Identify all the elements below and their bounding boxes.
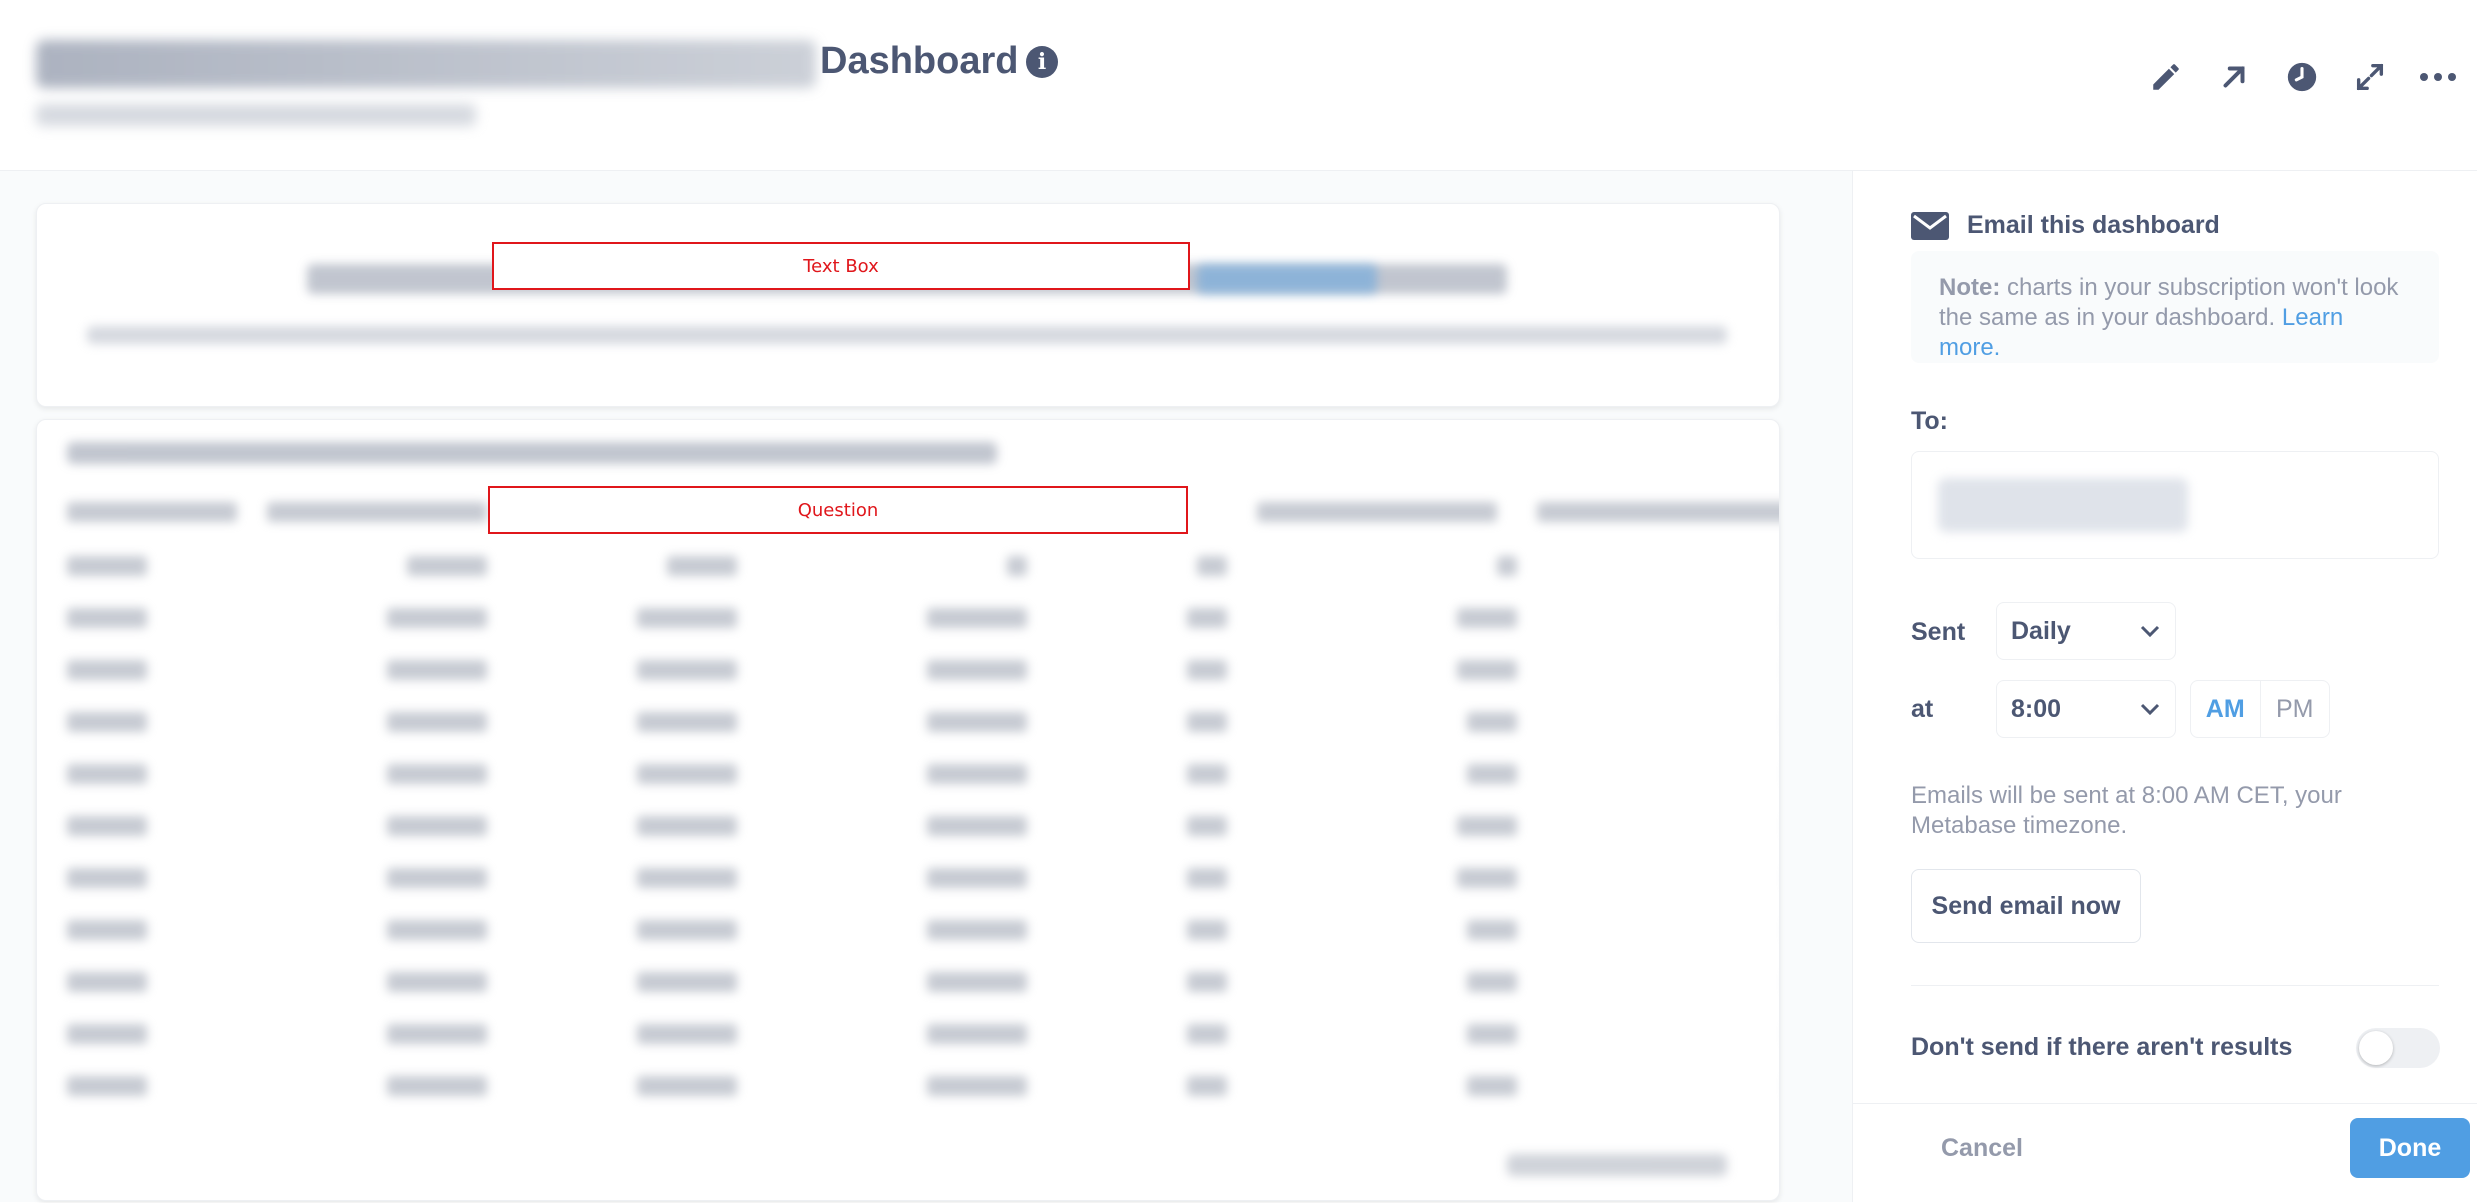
table-row bbox=[67, 764, 1779, 784]
pencil-icon[interactable] bbox=[2147, 58, 2185, 96]
mail-icon bbox=[1911, 211, 1949, 240]
text-box-annotation: Text Box bbox=[492, 242, 1190, 290]
dont-send-toggle[interactable] bbox=[2356, 1028, 2440, 1068]
table-row bbox=[67, 1024, 1779, 1044]
pm-option[interactable]: PM bbox=[2261, 681, 2330, 737]
frequency-select[interactable]: Daily bbox=[1996, 602, 2176, 660]
blurred-text-link bbox=[1197, 264, 1377, 294]
table-row bbox=[67, 920, 1779, 940]
blurred-text-body bbox=[87, 326, 1727, 344]
frequency-value: Daily bbox=[2011, 616, 2071, 645]
toggle-knob bbox=[2359, 1031, 2393, 1065]
table-row bbox=[67, 660, 1779, 680]
cancel-button[interactable]: Cancel bbox=[1941, 1134, 2023, 1163]
expand-icon[interactable] bbox=[2351, 58, 2389, 96]
dashboard-title: Dashboard bbox=[820, 40, 1019, 82]
table-row bbox=[67, 868, 1779, 888]
dont-send-label: Don't send if there aren't results bbox=[1911, 1033, 2293, 1061]
send-email-now-button[interactable]: Send email now bbox=[1911, 869, 2141, 943]
table-row bbox=[67, 972, 1779, 992]
table-row bbox=[67, 1076, 1779, 1096]
table-row bbox=[67, 556, 1779, 576]
chevron-down-icon bbox=[2140, 703, 2160, 716]
sent-label: Sent bbox=[1911, 618, 1966, 646]
question-annotation: Question bbox=[488, 486, 1188, 534]
clock-icon[interactable] bbox=[2283, 58, 2321, 96]
am-option[interactable]: AM bbox=[2191, 681, 2261, 737]
arrow-up-right-icon[interactable] bbox=[2215, 58, 2253, 96]
schedule-hint: Emails will be sent at 8:00 AM CET, your… bbox=[1911, 782, 2342, 839]
at-label: at bbox=[1911, 695, 1934, 723]
subscription-note: Note: charts in your subscription won't … bbox=[1911, 251, 2439, 363]
blurred-question-title bbox=[67, 442, 997, 464]
info-icon[interactable]: i bbox=[1026, 46, 1058, 78]
sidebar-footer: Cancel Done bbox=[1853, 1103, 2477, 1203]
note-bold: Note: bbox=[1939, 274, 2001, 301]
done-button[interactable]: Done bbox=[2350, 1118, 2470, 1178]
question-card: Question bbox=[36, 419, 1780, 1201]
time-value: 8:00 bbox=[2011, 694, 2062, 723]
text-card: Text Box bbox=[36, 203, 1780, 407]
table-row bbox=[67, 712, 1779, 732]
more-icon[interactable] bbox=[2419, 58, 2457, 96]
blurred-dashboard-subtitle bbox=[36, 104, 476, 126]
email-heading-label: Email this dashboard bbox=[1967, 211, 2220, 239]
dashboard-header: Dashboard i bbox=[0, 0, 2477, 171]
divider bbox=[1911, 985, 2439, 986]
subscription-sidebar: Email this dashboard Note: charts in you… bbox=[1852, 171, 2477, 1202]
recipient-chip[interactable] bbox=[1938, 478, 2188, 532]
blurred-pagination bbox=[1507, 1154, 1727, 1176]
dashboard-grid: Text Box Question bbox=[0, 171, 1852, 1202]
table-row bbox=[67, 816, 1779, 836]
chevron-down-icon bbox=[2140, 625, 2160, 638]
email-heading: Email this dashboard bbox=[1911, 211, 2220, 240]
blurred-dashboard-name bbox=[36, 40, 816, 88]
am-pm-toggle: AM PM bbox=[2190, 680, 2330, 738]
table-row bbox=[67, 608, 1779, 628]
time-select[interactable]: 8:00 bbox=[1996, 680, 2176, 738]
recipients-input[interactable] bbox=[1911, 451, 2439, 559]
header-actions bbox=[2147, 58, 2457, 96]
to-label: To: bbox=[1911, 407, 1949, 435]
